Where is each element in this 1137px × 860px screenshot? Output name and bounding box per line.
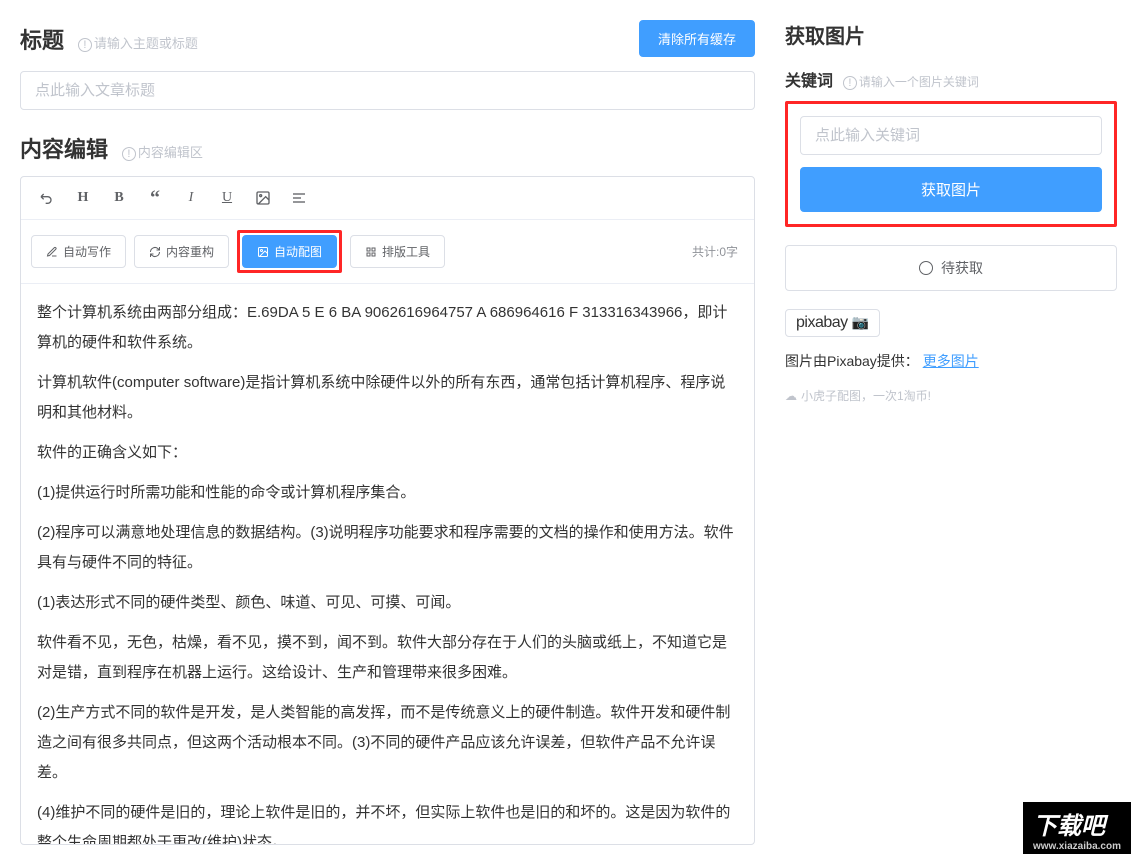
editor-content[interactable]: 整个计算机系统由两部分组成：E.69DA 5 E 6 BA 9062616964… — [21, 284, 754, 844]
camera-icon: 📷 — [852, 314, 869, 330]
editor-box: H B “ I U 自动写作 内容重构 — [20, 176, 755, 845]
auto-image-highlight: 自动配图 — [237, 230, 342, 273]
paragraph: 软件看不见，无色，枯燥，看不见，摸不到，闻不到。软件大部分存在于人们的头脑或纸上… — [37, 628, 738, 688]
format-toolbar: H B “ I U — [21, 177, 754, 220]
align-left-icon[interactable] — [283, 183, 315, 213]
get-image-button[interactable]: 获取图片 — [800, 167, 1102, 212]
keyword-highlight-box: 获取图片 — [785, 101, 1117, 227]
underline-icon[interactable]: U — [211, 183, 243, 213]
keyword-hint: !请输入一个图片关键词 — [843, 75, 979, 89]
pixabay-tag: pixabay 📷 — [785, 309, 880, 337]
title-label: 标题 — [20, 28, 64, 53]
get-image-title: 获取图片 — [785, 20, 1117, 49]
paragraph: (2)生产方式不同的软件是开发，是人类智能的高发挥，而不是传统意义上的硬件制造。… — [37, 698, 738, 788]
cloud-icon: ☁ — [785, 389, 797, 403]
paragraph: 软件的正确含义如下： — [37, 438, 738, 468]
paragraph: (1)表达形式不同的硬件类型、颜色、味道、可见、可摸、可闻。 — [37, 588, 738, 618]
word-count: 共计:0字 — [692, 243, 744, 260]
image-icon[interactable] — [247, 183, 279, 213]
auto-write-button[interactable]: 自动写作 — [31, 235, 126, 268]
paragraph: (2)程序可以满意地处理信息的数据结构。(3)说明程序功能要求和程序需要的文档的… — [37, 518, 738, 578]
pending-status-button[interactable]: 待获取 — [785, 245, 1117, 291]
content-label: 内容编辑 — [20, 137, 108, 162]
content-hint: !内容编辑区 — [122, 145, 203, 160]
footer-note: ☁ 小虎子配图，一次1淘币! — [785, 387, 1117, 404]
info-icon: ! — [78, 38, 92, 52]
paragraph: 整个计算机系统由两部分组成：E.69DA 5 E 6 BA 9062616964… — [37, 298, 738, 358]
title-input[interactable] — [20, 71, 755, 110]
layout-tool-button[interactable]: 排版工具 — [350, 235, 445, 268]
restructure-button[interactable]: 内容重构 — [134, 235, 229, 268]
heading-icon[interactable]: H — [67, 183, 99, 213]
credit-line: 图片由Pixabay提供： 更多图片 — [785, 351, 1117, 371]
title-hint: !请输入主题或标题 — [78, 36, 198, 51]
bold-icon[interactable]: B — [103, 183, 135, 213]
paragraph: (4)维护不同的硬件是旧的，理论上软件是旧的，并不坏，但实际上软件也是旧的和坏的… — [37, 798, 738, 844]
watermark: 下载吧 www.xiazaiba.com — [1023, 800, 1131, 854]
paragraph: 计算机软件(computer software)是指计算机系统中除硬件以外的所有… — [37, 368, 738, 428]
auto-image-button[interactable]: 自动配图 — [242, 235, 337, 268]
quote-icon[interactable]: “ — [139, 183, 171, 213]
circle-icon — [919, 261, 933, 275]
keyword-label: 关键词 — [785, 73, 833, 90]
info-icon: ! — [122, 147, 136, 161]
clear-cache-button[interactable]: 清除所有缓存 — [639, 20, 755, 57]
action-toolbar: 自动写作 内容重构 自动配图 排版工具 — [21, 220, 754, 284]
more-images-link[interactable]: 更多图片 — [923, 353, 979, 369]
keyword-header: 关键词 !请输入一个图片关键词 — [785, 67, 1117, 91]
info-icon: ! — [843, 76, 857, 90]
title-header: 标题 !请输入主题或标题 清除所有缓存 — [20, 20, 755, 57]
keyword-input[interactable] — [800, 116, 1102, 155]
italic-icon[interactable]: I — [175, 183, 207, 213]
paragraph: (1)提供运行时所需功能和性能的命令或计算机程序集合。 — [37, 478, 738, 508]
undo-icon[interactable] — [31, 183, 63, 213]
